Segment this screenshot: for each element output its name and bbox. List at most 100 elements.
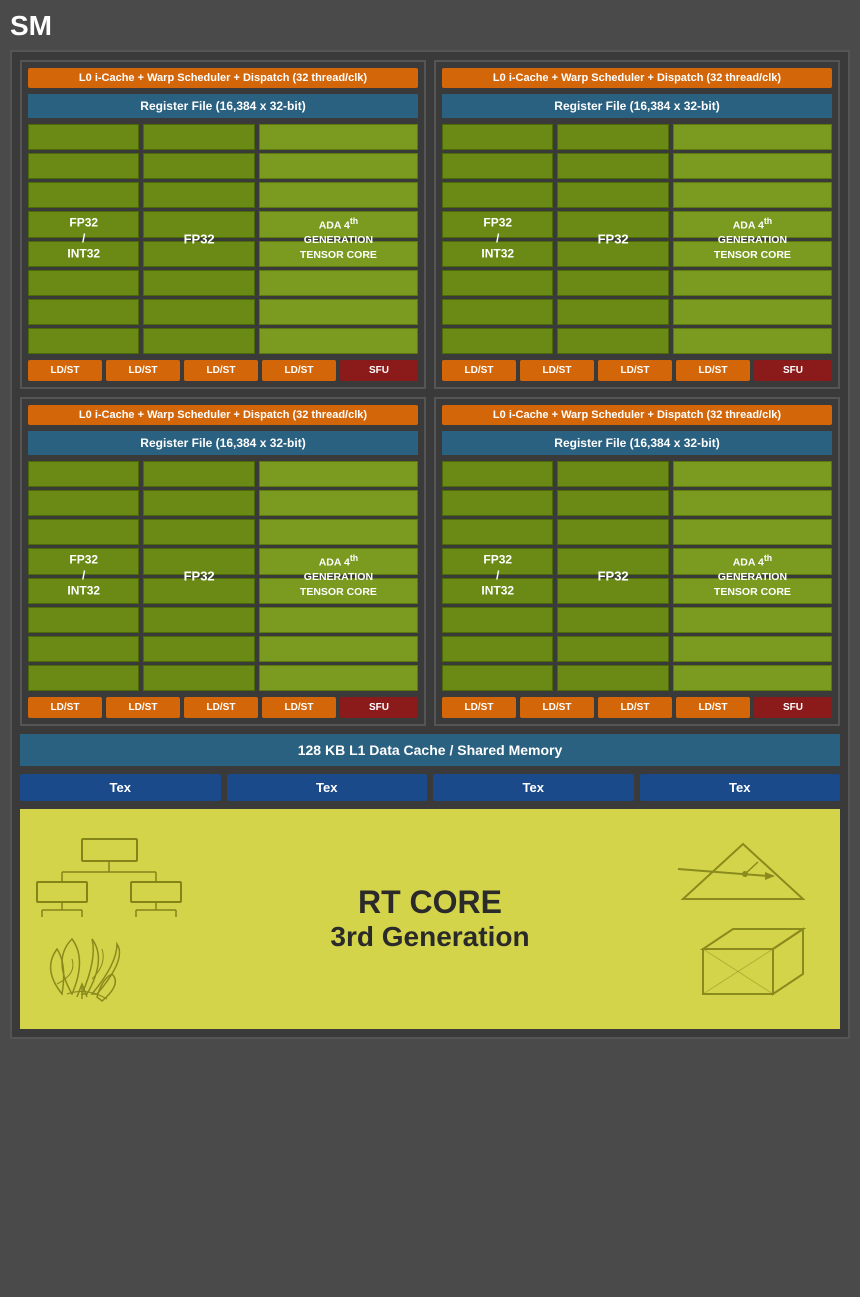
ldst-2: LD/ST (106, 360, 180, 381)
tex-row: Tex Tex Tex Tex (20, 774, 840, 801)
green-cell (673, 461, 832, 487)
green-cell (557, 636, 668, 662)
green-cell (259, 636, 418, 662)
green-cell (673, 211, 832, 237)
green-cell (557, 548, 668, 574)
green-cell (557, 299, 668, 325)
green-cell (143, 299, 254, 325)
green-cell (673, 241, 832, 267)
rt-core-left-diagrams (32, 834, 259, 1004)
green-cell (143, 270, 254, 296)
green-cell (259, 182, 418, 208)
green-cell (557, 328, 668, 354)
green-cell (673, 153, 832, 179)
green-cell (259, 211, 418, 237)
green-cell (557, 519, 668, 545)
green-cell (28, 299, 139, 325)
ldst-13: LD/ST (442, 697, 516, 718)
ldst-4: LD/ST (262, 360, 336, 381)
ldst-14: LD/ST (520, 697, 594, 718)
ldst-7: LD/ST (598, 360, 672, 381)
rt-core-section: RT CORE 3rd Generation (20, 809, 840, 1029)
l0-cache-bar-3: L0 i-Cache + Warp Scheduler + Dispatch (… (28, 405, 418, 425)
sm-container: L0 i-Cache + Warp Scheduler + Dispatch (… (10, 50, 850, 1039)
green-cell (259, 270, 418, 296)
green-cell (442, 607, 553, 633)
ray-triangle-icon (673, 834, 828, 914)
green-cell (673, 124, 832, 150)
ldst-11: LD/ST (184, 697, 258, 718)
ldst-15: LD/ST (598, 697, 672, 718)
green-cell (557, 153, 668, 179)
green-cell (442, 328, 553, 354)
green-cell (557, 607, 668, 633)
green-cell (442, 241, 553, 267)
green-cell (259, 299, 418, 325)
tex-unit-1: Tex (20, 774, 221, 801)
green-cell (673, 270, 832, 296)
green-cell (143, 153, 254, 179)
green-cell (259, 607, 418, 633)
green-cell (28, 607, 139, 633)
ldst-5: LD/ST (442, 360, 516, 381)
l0-cache-bar-4: L0 i-Cache + Warp Scheduler + Dispatch (… (442, 405, 832, 425)
sub-partition-1: L0 i-Cache + Warp Scheduler + Dispatch (… (20, 60, 426, 389)
l1-cache-bar: 128 KB L1 Data Cache / Shared Memory (20, 734, 840, 766)
green-cell (143, 182, 254, 208)
sfu-2: SFU (754, 360, 832, 381)
green-cell (28, 328, 139, 354)
green-cell (28, 461, 139, 487)
sfu-3: SFU (340, 697, 418, 718)
sub-partition-4: L0 i-Cache + Warp Scheduler + Dispatch (… (434, 397, 840, 726)
l0-cache-bar-2: L0 i-Cache + Warp Scheduler + Dispatch (… (442, 68, 832, 88)
green-cell (557, 461, 668, 487)
green-cell (673, 636, 832, 662)
green-cell (143, 665, 254, 691)
green-cell (442, 578, 553, 604)
sub-partition-2: L0 i-Cache + Warp Scheduler + Dispatch (… (434, 60, 840, 389)
green-cell (557, 241, 668, 267)
register-file-bar-1: Register File (16,384 x 32-bit) (28, 94, 418, 118)
green-cell (673, 328, 832, 354)
green-cell (28, 490, 139, 516)
green-cell (28, 124, 139, 150)
ldst-9: LD/ST (28, 697, 102, 718)
green-cell (673, 490, 832, 516)
green-cell (442, 124, 553, 150)
ldst-6: LD/ST (520, 360, 594, 381)
green-cell (259, 665, 418, 691)
ldst-3: LD/ST (184, 360, 258, 381)
ldst-16: LD/ST (676, 697, 750, 718)
green-cell (442, 548, 553, 574)
rt-core-title: RT CORE (259, 885, 600, 920)
green-cell (673, 182, 832, 208)
rt-core-subtitle: 3rd Generation (259, 921, 600, 953)
ldst-sfu-row-4: LD/ST LD/ST LD/ST LD/ST SFU (442, 697, 832, 718)
green-cell (143, 519, 254, 545)
green-cell (28, 153, 139, 179)
ldst-sfu-row-3: LD/ST LD/ST LD/ST LD/ST SFU (28, 697, 418, 718)
rt-core-right-diagrams (601, 834, 828, 1004)
green-cell (557, 124, 668, 150)
green-cell (259, 461, 418, 487)
ldst-10: LD/ST (106, 697, 180, 718)
green-cell (143, 607, 254, 633)
green-cell (557, 490, 668, 516)
green-cell (259, 578, 418, 604)
green-cell (557, 211, 668, 237)
green-cell (259, 548, 418, 574)
green-cell (259, 490, 418, 516)
green-cell (442, 153, 553, 179)
register-file-bar-4: Register File (16,384 x 32-bit) (442, 431, 832, 455)
ldst-8: LD/ST (676, 360, 750, 381)
bvh-tree-icon (32, 834, 187, 919)
green-cell (557, 665, 668, 691)
rt-core-center-text: RT CORE 3rd Generation (259, 885, 600, 952)
green-cell (673, 519, 832, 545)
green-cell (557, 182, 668, 208)
ldst-sfu-row-1: LD/ST LD/ST LD/ST LD/ST SFU (28, 360, 418, 381)
tex-unit-4: Tex (640, 774, 841, 801)
register-file-bar-3: Register File (16,384 x 32-bit) (28, 431, 418, 455)
green-cell (143, 241, 254, 267)
ldst-1: LD/ST (28, 360, 102, 381)
